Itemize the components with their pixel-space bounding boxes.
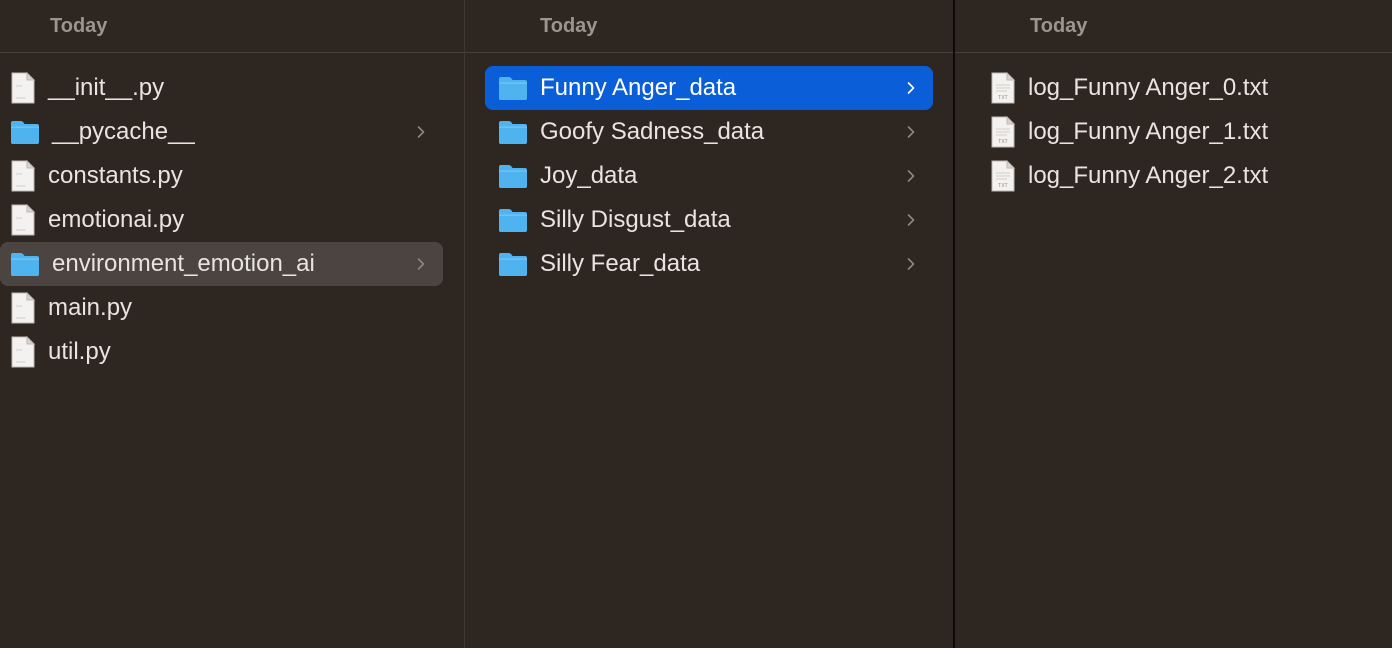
chevron-right-icon xyxy=(411,122,431,142)
item-label: __pycache__ xyxy=(52,118,195,145)
python-file-icon xyxy=(10,335,36,368)
finder-column-browser: Today __init__.py __pycache__ constants.… xyxy=(0,0,1392,648)
column-3-items: TXT log_Funny Anger_0.txt TXT log_Funny … xyxy=(955,66,1392,198)
svg-text:TXT: TXT xyxy=(998,183,1007,189)
folder-icon xyxy=(498,75,528,101)
chevron-right-icon xyxy=(901,78,921,98)
text-file-icon: TXT xyxy=(990,159,1016,192)
folder-icon xyxy=(498,163,528,189)
column-3-header-label: Today xyxy=(1030,15,1088,37)
column-1-header-label: Today xyxy=(50,15,108,37)
file-row[interactable]: __init__.py xyxy=(0,66,443,110)
folder-row[interactable]: Goofy Sadness_data xyxy=(485,110,933,154)
folder-row[interactable]: Silly Disgust_data xyxy=(485,198,933,242)
item-label: emotionai.py xyxy=(48,206,185,233)
file-row[interactable]: TXT log_Funny Anger_1.txt xyxy=(975,110,1372,154)
chevron-right-icon xyxy=(901,166,921,186)
item-label: log_Funny Anger_2.txt xyxy=(1028,162,1269,189)
item-label: log_Funny Anger_1.txt xyxy=(1028,118,1269,145)
python-file-icon xyxy=(10,71,36,104)
item-label: Joy_data xyxy=(540,162,638,189)
column-2-header: Today xyxy=(465,0,953,53)
folder-row[interactable]: Joy_data xyxy=(485,154,933,198)
column-2-header-label: Today xyxy=(540,15,598,37)
item-label: log_Funny Anger_0.txt xyxy=(1028,74,1269,101)
item-label: __init__.py xyxy=(48,74,165,101)
folder-icon xyxy=(10,251,40,277)
python-file-icon xyxy=(10,159,36,192)
folder-row[interactable]: Funny Anger_data xyxy=(485,66,933,110)
column-2-items: Funny Anger_data Goofy Sadness_data Joy_… xyxy=(465,66,953,286)
item-label: Silly Fear_data xyxy=(540,250,701,277)
item-label: Silly Disgust_data xyxy=(540,206,731,233)
chevron-right-icon xyxy=(901,210,921,230)
folder-icon xyxy=(10,119,40,145)
folder-icon xyxy=(498,207,528,233)
item-label: Funny Anger_data xyxy=(540,74,737,101)
column-1-header: Today xyxy=(0,0,464,53)
item-label: environment_emotion_ai xyxy=(52,250,315,277)
folder-row[interactable]: environment_emotion_ai xyxy=(0,242,443,286)
text-file-icon: TXT xyxy=(990,71,1016,104)
python-file-icon xyxy=(10,291,36,324)
folder-row[interactable]: __pycache__ xyxy=(0,110,443,154)
column-3[interactable]: Today TXT log_Funny Anger_0.txt TXT log_… xyxy=(955,0,1392,648)
file-row[interactable]: emotionai.py xyxy=(0,198,443,242)
folder-icon xyxy=(498,119,528,145)
item-label: main.py xyxy=(48,294,133,321)
column-2[interactable]: Today Funny Anger_data Goofy Sadness_dat… xyxy=(465,0,955,648)
text-file-icon: TXT xyxy=(990,115,1016,148)
file-row[interactable]: TXT log_Funny Anger_2.txt xyxy=(975,154,1372,198)
python-file-icon xyxy=(10,203,36,236)
chevron-right-icon xyxy=(411,254,431,274)
file-row[interactable]: constants.py xyxy=(0,154,443,198)
column-1-items: __init__.py __pycache__ constants.py emo… xyxy=(0,66,464,374)
chevron-right-icon xyxy=(901,122,921,142)
item-label: constants.py xyxy=(48,162,183,189)
item-label: Goofy Sadness_data xyxy=(540,118,765,145)
file-row[interactable]: util.py xyxy=(0,330,443,374)
column-3-header: Today xyxy=(955,0,1392,53)
svg-text:TXT: TXT xyxy=(998,95,1007,101)
svg-text:TXT: TXT xyxy=(998,139,1007,145)
file-row[interactable]: main.py xyxy=(0,286,443,330)
file-row[interactable]: TXT log_Funny Anger_0.txt xyxy=(975,66,1372,110)
folder-row[interactable]: Silly Fear_data xyxy=(485,242,933,286)
folder-icon xyxy=(498,251,528,277)
column-1[interactable]: Today __init__.py __pycache__ constants.… xyxy=(0,0,465,648)
chevron-right-icon xyxy=(901,254,921,274)
item-label: util.py xyxy=(48,338,111,365)
